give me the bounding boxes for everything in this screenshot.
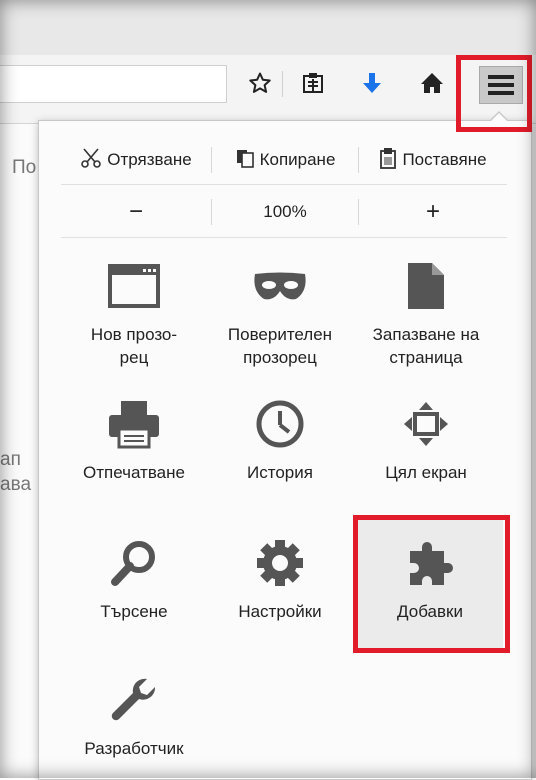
addons-highlight — [353, 515, 510, 653]
developer-label: Разработчик — [84, 739, 184, 758]
url-bar[interactable] — [0, 65, 227, 103]
zoom-in-button[interactable]: + — [359, 198, 507, 226]
private-mask-icon — [207, 259, 353, 313]
copy-icon — [235, 148, 255, 173]
page-text-partial: ава — [0, 474, 32, 495]
print-label: Отпечатване — [83, 463, 185, 482]
history-button[interactable]: История — [207, 397, 353, 484]
history-label: История — [247, 463, 313, 482]
cut-label: Отрязване — [107, 150, 192, 169]
new-window-button[interactable]: Нов прозо- рец — [61, 259, 207, 369]
menu-button-highlight — [456, 55, 532, 132]
main-menu-panel: Отрязване Копиране Поставяне − 100% + Но… — [38, 120, 532, 780]
zoom-reset-button[interactable]: 100% — [212, 202, 358, 222]
save-page-button[interactable]: Запазване на страница — [353, 259, 499, 369]
scissors-icon — [80, 147, 102, 174]
fullscreen-icon — [353, 397, 499, 451]
zoom-out-button[interactable]: − — [61, 198, 211, 226]
new-window-icon — [61, 259, 207, 313]
developer-button[interactable]: Разработчик — [61, 673, 207, 760]
title-bar — [0, 0, 536, 55]
divider — [61, 184, 507, 185]
paste-button[interactable]: Поставяне — [359, 147, 507, 174]
search-button[interactable]: Търсене — [61, 536, 207, 623]
private-window-label: Поверителен прозорец — [227, 325, 333, 367]
options-label: Настройки — [238, 602, 322, 621]
clipboard-icon — [379, 147, 397, 174]
fullscreen-label: Цял екран — [385, 463, 467, 482]
print-button[interactable]: Отпечатване — [61, 397, 207, 484]
download-icon[interactable] — [356, 67, 388, 99]
zoom-controls: − 100% + — [61, 195, 507, 229]
history-clock-icon — [207, 397, 353, 451]
copy-button[interactable]: Копиране — [212, 148, 358, 173]
gear-icon — [207, 536, 353, 590]
page-text-partial: ап — [0, 449, 21, 470]
search-label: Търсене — [100, 602, 168, 621]
options-button[interactable]: Настройки — [207, 536, 353, 623]
reading-list-icon[interactable] — [297, 67, 329, 99]
paste-label: Поставяне — [402, 150, 487, 169]
print-icon — [61, 397, 207, 451]
developer-wrench-icon — [61, 673, 207, 727]
search-icon — [61, 536, 207, 590]
save-page-icon — [353, 259, 499, 313]
copy-label: Копиране — [259, 150, 336, 169]
new-window-label: Нов прозо- рец — [90, 325, 178, 367]
page-tab-partial: По — [12, 157, 37, 178]
edit-controls: Отрязване Копиране Поставяне — [61, 145, 507, 175]
cut-button[interactable]: Отрязване — [61, 147, 211, 174]
divider — [61, 237, 507, 238]
fullscreen-button[interactable]: Цял екран — [353, 397, 499, 484]
bookmark-star-icon[interactable] — [244, 67, 276, 99]
save-page-label: Запазване на страница — [372, 325, 480, 367]
home-icon[interactable] — [416, 67, 448, 99]
private-window-button[interactable]: Поверителен прозорец — [207, 259, 353, 369]
toolbar-separator — [282, 71, 283, 97]
